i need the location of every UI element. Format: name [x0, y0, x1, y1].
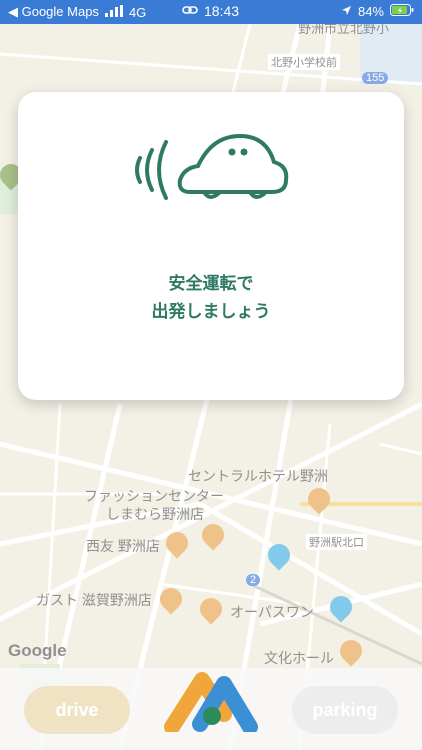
message-line-1: 安全運転で	[168, 274, 254, 294]
message-line-2: 出発しましょう	[151, 302, 271, 322]
bottom-bar: drive parking	[0, 668, 422, 750]
car-signal-icon	[135, 133, 289, 200]
app-logo-icon[interactable]	[162, 672, 262, 732]
drive-button[interactable]: drive	[24, 686, 130, 734]
location-arrow-icon	[341, 4, 352, 19]
parking-label: parking	[312, 699, 378, 720]
link-icon	[182, 3, 198, 19]
safe-driving-dialog: 安全運転で 出発しましょう	[18, 92, 404, 400]
back-app-label: ◀ Google Maps	[8, 4, 99, 19]
safe-driving-message: 安全運転で 出発しましょう	[18, 270, 404, 326]
battery-icon	[390, 4, 414, 19]
network-label: 4G	[128, 4, 147, 20]
clock: 18:43	[204, 3, 240, 19]
back-to-app-link[interactable]: ◀ Google Maps 4G	[8, 4, 146, 20]
status-bar: ◀ Google Maps 4G 18:43 84%	[0, 0, 422, 24]
battery-percent: 84%	[357, 4, 384, 19]
drive-label: drive	[55, 699, 99, 720]
parking-button[interactable]: parking	[292, 686, 398, 734]
signal-icon	[104, 4, 123, 20]
